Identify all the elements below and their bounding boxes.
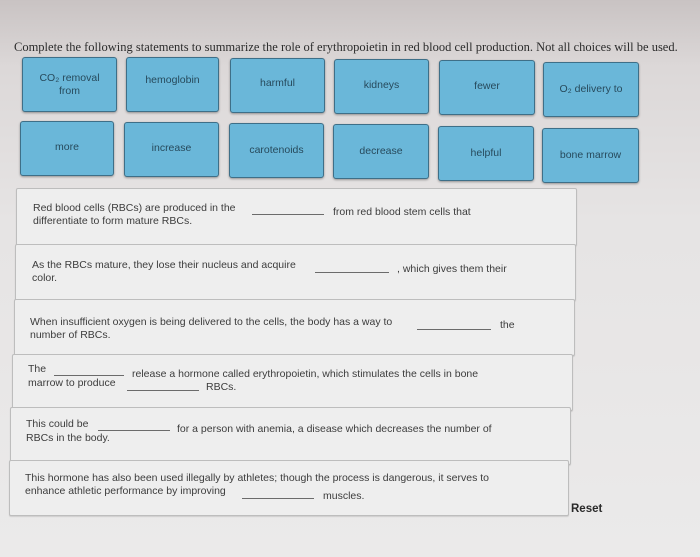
statement-text: RBCs. <box>206 381 237 393</box>
statement-1: Red blood cells (RBCs) are produced in t… <box>16 188 577 246</box>
choice-label: hemoglobin <box>145 74 200 86</box>
statement-text: Red blood cells (RBCs) are produced in t… <box>33 202 236 214</box>
statement-text: This hormone has also been used illegall… <box>25 472 490 484</box>
choice-decrease[interactable]: decrease <box>333 124 429 179</box>
choice-label: carotenoids <box>249 144 304 156</box>
answer-blank-5[interactable] <box>127 390 199 391</box>
statement-text: muscles. <box>323 490 365 502</box>
statement-text: from red blood stem cells that <box>333 206 471 218</box>
choice-label: increase <box>151 142 192 154</box>
choice-label: harmful <box>259 77 295 89</box>
statement-text: When insufficient oxygen is being delive… <box>30 316 393 328</box>
answer-blank-7[interactable] <box>242 498 314 499</box>
answer-blank-4[interactable] <box>54 375 124 376</box>
statement-text: The <box>28 363 47 375</box>
answer-blank-2[interactable] <box>315 272 389 273</box>
statement-6: This hormone has also been used illegall… <box>9 460 569 516</box>
choice-label: O₂ delivery to <box>559 83 623 95</box>
statement-text: As the RBCs mature, they lose their nucl… <box>32 259 296 271</box>
answer-blank-1[interactable] <box>252 214 324 215</box>
statement-text: differentiate to form mature RBCs. <box>33 215 193 227</box>
statement-text: , which gives them their <box>397 263 507 275</box>
statement-text: RBCs in the body. <box>26 432 110 444</box>
statement-text: marrow to produce <box>28 377 116 389</box>
statement-text: for a person with anemia, a disease whic… <box>177 423 492 435</box>
statement-text: the <box>500 319 515 331</box>
choice-label: bone marrow <box>559 149 622 161</box>
statement-2: As the RBCs mature, they lose their nucl… <box>15 244 576 301</box>
statement-text: release a hormone called erythropoietin,… <box>132 368 479 380</box>
choice-o2-delivery-to[interactable]: O₂ delivery to <box>543 62 639 117</box>
statement-4: The release a hormone called erythropoie… <box>12 354 573 411</box>
instructions-text: Complete the following statements to sum… <box>14 40 678 54</box>
choice-label: fewer <box>474 80 500 92</box>
statement-text: color. <box>32 272 58 284</box>
choice-increase[interactable]: increase <box>124 122 219 177</box>
choice-bone-marrow[interactable]: bone marrow <box>542 128 639 183</box>
choice-label: more <box>55 141 79 153</box>
statement-text: enhance athletic performance by improvin… <box>25 485 226 497</box>
choice-label: helpful <box>470 147 502 159</box>
choice-label: from <box>59 84 80 97</box>
choice-harmful[interactable]: harmful <box>230 58 325 113</box>
statement-text: number of RBCs. <box>30 329 111 341</box>
answer-blank-6[interactable] <box>98 430 170 431</box>
choice-label: CO₂ removal <box>39 71 100 84</box>
choice-co2-removal-from[interactable]: CO₂ removal from <box>22 57 117 112</box>
choice-carotenoids[interactable]: carotenoids <box>229 123 324 178</box>
statement-5: This could be for a person with anemia, … <box>10 407 571 465</box>
statement-3: When insufficient oxygen is being delive… <box>14 299 575 356</box>
choice-kidneys[interactable]: kidneys <box>334 59 429 114</box>
choice-label: decrease <box>359 145 403 157</box>
answer-blank-3[interactable] <box>417 329 491 330</box>
choice-label: kidneys <box>363 78 400 91</box>
statement-text: This could be <box>26 418 89 430</box>
choice-fewer[interactable]: fewer <box>439 60 535 115</box>
choice-hemoglobin[interactable]: hemoglobin <box>126 57 219 112</box>
choice-helpful[interactable]: helpful <box>438 126 534 181</box>
choice-more[interactable]: more <box>20 121 114 176</box>
reset-button[interactable]: Reset <box>571 503 602 515</box>
